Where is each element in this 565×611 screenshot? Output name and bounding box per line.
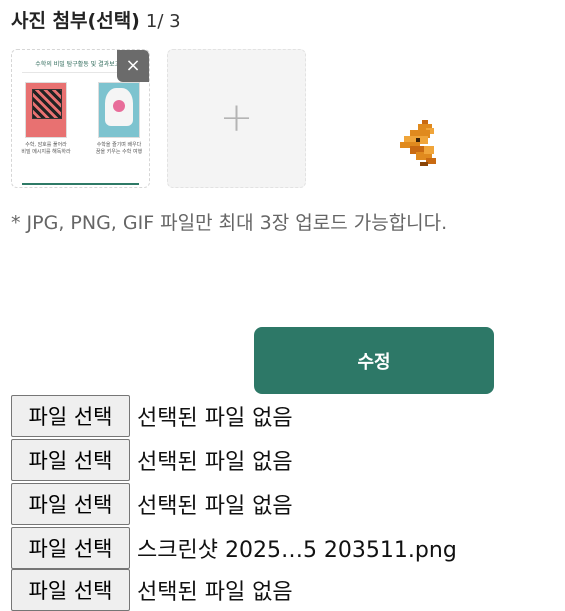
add-image-button[interactable]: + [167,49,306,188]
plus-icon: + [219,94,254,141]
photo-attach-form: 사진 첨부(선택) 1/ 3 수학의 비밀 탐구활동 및 결과보고서 수학, 암호… [0,0,565,611]
pixel-squirrel-icon [400,120,436,166]
file-status-text: 선택된 파일 없음 [137,494,293,519]
file-status-text: 선택된 파일 없음 [137,580,293,605]
preview-caption-right: 수학을 즐기며 배우다 꿈을 키우는 수학 여행 [95,142,143,155]
submit-edit-button[interactable]: 수정 [254,327,494,394]
file-input-row[interactable]: 파일 선택 선택된 파일 없음 [11,439,293,481]
choose-file-button[interactable]: 파일 선택 [11,395,130,437]
close-icon: × [125,55,141,76]
preview-footer-bar [22,183,139,185]
section-title-text: 사진 첨부(선택) [11,10,140,32]
file-status-text: 스크린샷 2025…5 203511.png [137,538,457,563]
choose-file-button[interactable]: 파일 선택 [11,527,130,569]
file-input-row[interactable]: 파일 선택 스크린샷 2025…5 203511.png [11,527,457,569]
preview-book-cover-right [98,82,140,138]
choose-file-button[interactable]: 파일 선택 [11,483,130,525]
preview-caption-left: 수학, 암호를 풀어라 비밀 메시지를 해독하라 [21,142,71,155]
preview-book-cover-left [25,82,67,138]
file-status-text: 선택된 파일 없음 [137,406,293,431]
file-input-row[interactable]: 파일 선택 선택된 파일 없음 [11,483,293,525]
remove-image-button[interactable]: × [117,50,149,82]
choose-file-button[interactable]: 파일 선택 [11,569,130,611]
book-cover-art [105,88,133,126]
file-input-row[interactable]: 파일 선택 선택된 파일 없음 [11,569,293,611]
choose-file-button[interactable]: 파일 선택 [11,439,130,481]
uploaded-image-thumbnail[interactable]: 수학의 비밀 탐구활동 및 결과보고서 수학, 암호를 풀어라 비밀 메시지를 … [11,49,150,188]
upload-notice: * JPG, PNG, GIF 파일만 최대 3장 업로드 가능합니다. [11,212,448,234]
section-title: 사진 첨부(선택) 1/ 3 [11,6,181,33]
file-status-text: 선택된 파일 없음 [137,450,293,475]
book-cover-art [32,89,62,119]
attachment-count: 1/ 3 [145,11,181,32]
file-input-row[interactable]: 파일 선택 선택된 파일 없음 [11,395,293,437]
